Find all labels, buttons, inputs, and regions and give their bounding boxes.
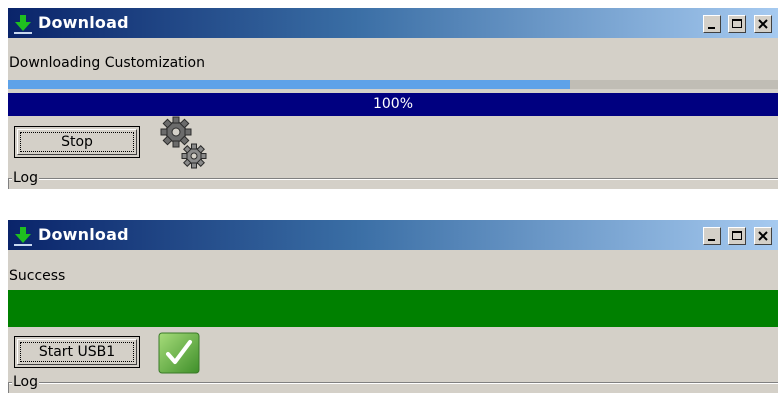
- start-usb1-button[interactable]: Start USB1: [14, 336, 140, 368]
- window-title: Download: [38, 13, 129, 32]
- stop-button-label: Stop: [61, 134, 93, 150]
- maximize-button[interactable]: [728, 15, 746, 33]
- log-label: Log: [12, 374, 40, 390]
- minimize-icon: [708, 239, 715, 241]
- download-arrow-icon: [14, 15, 32, 34]
- close-button[interactable]: [754, 227, 772, 245]
- title-bar[interactable]: Download: [8, 220, 778, 250]
- checkmark-icon: [158, 332, 200, 374]
- download-window-success: Download Success Start USB1 Log: [8, 220, 778, 393]
- progress-fill: [8, 80, 570, 89]
- window-title: Download: [38, 225, 129, 244]
- download-arrow-icon: [14, 227, 32, 246]
- title-bar[interactable]: Download: [8, 8, 778, 38]
- stop-button[interactable]: Stop: [14, 126, 140, 158]
- maximize-icon: [732, 19, 742, 28]
- log-group-border: [8, 178, 778, 180]
- close-icon: [758, 19, 768, 29]
- minimize-button[interactable]: [703, 227, 721, 245]
- minimize-icon: [708, 27, 715, 29]
- maximize-button[interactable]: [728, 227, 746, 245]
- download-window-in-progress: Download Downloading Customization 100% …: [8, 8, 778, 189]
- download-progress: 100%: [8, 80, 778, 116]
- log-group-edge: [8, 178, 9, 189]
- progress-track: [570, 80, 778, 89]
- minimize-button[interactable]: [703, 15, 721, 33]
- gears-icon: [160, 116, 207, 169]
- status-text: Downloading Customization: [9, 55, 205, 71]
- start-usb1-button-label: Start USB1: [38, 344, 116, 360]
- maximize-icon: [732, 231, 742, 240]
- success-bar: [8, 290, 778, 327]
- log-group-edge: [8, 382, 9, 393]
- progress-percent: 100%: [372, 96, 414, 112]
- log-group-border: [8, 382, 778, 384]
- close-button[interactable]: [754, 15, 772, 33]
- close-icon: [758, 231, 768, 241]
- status-text: Success: [9, 268, 66, 284]
- log-label: Log: [12, 170, 40, 186]
